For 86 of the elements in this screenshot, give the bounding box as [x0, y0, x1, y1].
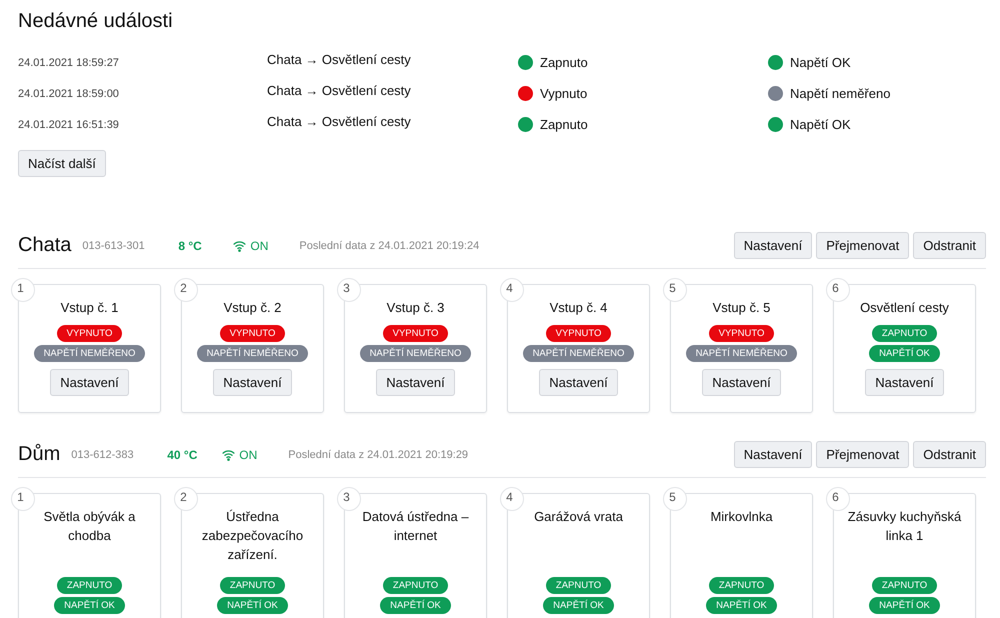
- event-time: 24.01.2021 18:59:00: [18, 88, 120, 100]
- status-badge: NAPĚTÍ NEMĚŘENO: [360, 345, 472, 362]
- input-number: 3: [337, 278, 361, 302]
- device-action-button[interactable]: Odstranit: [913, 441, 986, 468]
- device-action-button[interactable]: Odstranit: [913, 232, 986, 259]
- status-badge: NAPĚTÍ OK: [869, 345, 940, 362]
- status-badge: NAPĚTÍ NEMĚŘENO: [34, 345, 146, 362]
- input-settings-button[interactable]: Nastavení: [50, 369, 129, 396]
- input-settings-button[interactable]: Nastavení: [539, 369, 618, 396]
- input-name: Vstup č. 4: [550, 299, 608, 317]
- status-badge: NAPĚTÍ OK: [869, 597, 940, 614]
- event-source: Chata → Osvětlení cesty: [267, 114, 412, 129]
- wifi-icon: [222, 448, 236, 460]
- input-number: 2: [174, 278, 198, 302]
- voltage-text: Napětí neměřeno: [790, 86, 890, 101]
- load-more-button[interactable]: Načíst další: [18, 150, 106, 177]
- input-number: 5: [663, 487, 687, 511]
- status-badge: VYPNUTO: [382, 325, 448, 342]
- status-badge: NAPĚTÍ OK: [543, 597, 614, 614]
- voltage-text: Napětí OK: [790, 55, 851, 70]
- device-name: Chata: [18, 234, 72, 257]
- input-settings-button[interactable]: Nastavení: [865, 369, 944, 396]
- device-serial: 013-612-383: [71, 448, 135, 460]
- input-number: 2: [174, 487, 198, 511]
- input-name: Zásuvky kuchyňská linka 1: [846, 508, 962, 545]
- status-badge: NAPĚTÍ NEMĚŘENO: [686, 345, 798, 362]
- input-number: 3: [337, 487, 361, 511]
- last-data-time: Poslední data z 24.01.2021 20:19:24: [299, 240, 480, 252]
- input-settings-button[interactable]: Nastavení: [376, 369, 455, 396]
- event-time: 24.01.2021 18:59:27: [18, 56, 120, 68]
- wifi-icon: [233, 240, 246, 252]
- status-badge: ZAPNUTO: [56, 577, 122, 594]
- input-settings-button[interactable]: Nastavení: [702, 369, 781, 396]
- temperature: 40 °C: [167, 448, 198, 462]
- status-badge: VYPNUTO: [56, 325, 122, 342]
- status-badge: NAPĚTÍ OK: [706, 597, 777, 614]
- device-serial: 013-613-301: [82, 240, 146, 252]
- input-number: 5: [663, 278, 687, 302]
- event-source: Chata → Osvětlení cesty: [267, 83, 412, 98]
- input-number: 1: [11, 278, 35, 302]
- device-action-button[interactable]: Přejmenovat: [816, 232, 910, 259]
- status-badge: ZAPNUTO: [708, 577, 774, 594]
- section-title: Nedávné události: [18, 10, 174, 33]
- input-name: Osvětlení cesty: [860, 299, 949, 317]
- device-action-button[interactable]: Přejmenovat: [816, 441, 910, 468]
- temperature: 8 °C: [178, 238, 203, 252]
- input-name: Vstup č. 3: [386, 299, 444, 317]
- input-number: 4: [500, 487, 524, 511]
- status-badge: ZAPNUTO: [382, 577, 448, 594]
- status-badge: NAPĚTÍ OK: [217, 597, 288, 614]
- last-data-time: Poslední data z 24.01.2021 20:19:29: [288, 448, 470, 460]
- input-name: Vstup č. 1: [60, 299, 118, 317]
- input-name: Světla obývák a chodba: [42, 508, 136, 545]
- status-badge: VYPNUTO: [546, 325, 612, 342]
- input-name: Ústředna zabezpečovacího zařízení.: [200, 508, 304, 564]
- status-badge: ZAPNUTO: [546, 577, 612, 594]
- status-badge: NAPĚTÍ OK: [380, 597, 451, 614]
- input-name: Mirkovlnka: [710, 508, 773, 526]
- connection-status: ON: [239, 448, 258, 462]
- status-text: Vypnuto: [540, 86, 588, 101]
- device-name: Dům: [18, 443, 60, 466]
- input-number: 4: [500, 278, 524, 302]
- status-badge: NAPĚTÍ NEMĚŘENO: [196, 345, 308, 362]
- input-name: Vstup č. 5: [712, 299, 770, 317]
- input-number: 6: [826, 487, 850, 511]
- status-badge: NAPĚTÍ NEMĚŘENO: [522, 345, 634, 362]
- voltage-text: Napětí OK: [790, 117, 851, 132]
- status-text: Zapnuto: [540, 55, 588, 70]
- input-name: Garážová vrata: [534, 508, 623, 526]
- event-source: Chata → Osvětlení cesty: [267, 52, 412, 67]
- status-badge: VYPNUTO: [220, 325, 286, 342]
- input-name: Vstup č. 2: [224, 299, 282, 317]
- status-badge: ZAPNUTO: [872, 577, 938, 594]
- input-number: 1: [11, 487, 35, 511]
- device-action-button[interactable]: Nastavení: [734, 232, 812, 259]
- status-badge: NAPĚTÍ OK: [54, 597, 125, 614]
- device-action-button[interactable]: Nastavení: [734, 441, 812, 468]
- input-number: 6: [826, 278, 850, 302]
- connection-status: ON: [250, 238, 268, 252]
- input-settings-button[interactable]: Nastavení: [213, 369, 292, 396]
- status-badge: ZAPNUTO: [220, 577, 286, 594]
- status-badge: VYPNUTO: [708, 325, 774, 342]
- status-badge: ZAPNUTO: [872, 325, 938, 342]
- input-name: Datová ústředna – internet: [361, 508, 470, 545]
- status-text: Zapnuto: [540, 117, 588, 132]
- event-time: 24.01.2021 16:51:39: [18, 118, 120, 130]
